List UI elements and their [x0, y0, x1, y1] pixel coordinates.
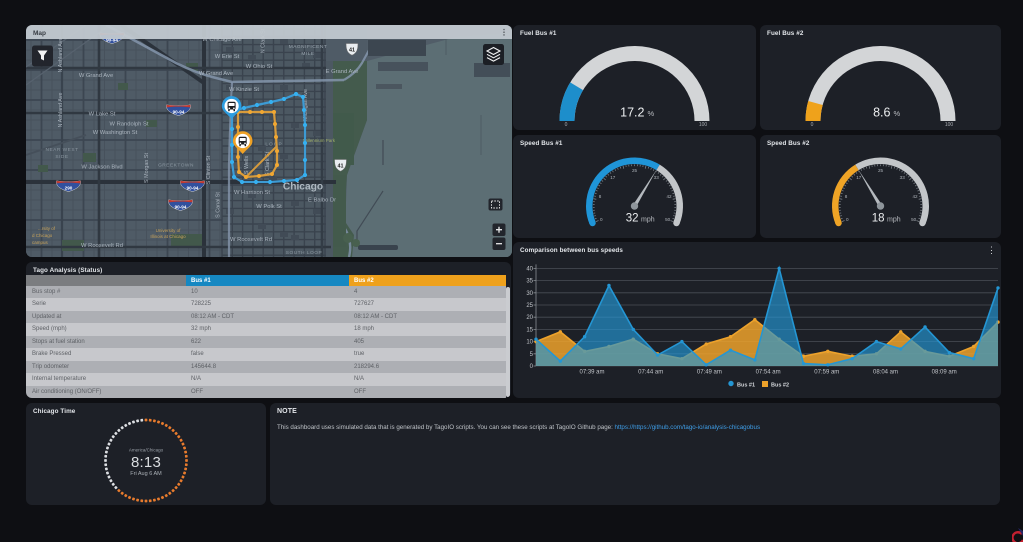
svg-text:W Lake St: W Lake St	[89, 112, 116, 118]
svg-text:50: 50	[665, 217, 671, 222]
svg-text:W Randolph St: W Randolph St	[110, 122, 149, 128]
svg-text:33: 33	[654, 175, 660, 180]
svg-text:100: 100	[699, 122, 708, 128]
svg-text:E Grand Ave: E Grand Ave	[326, 69, 359, 75]
svg-text:N Ashland Ave: N Ashland Ave	[58, 93, 64, 128]
svg-text:SIDE: SIDE	[55, 154, 68, 160]
svg-text:W Kinzie St: W Kinzie St	[229, 87, 259, 93]
svg-text:25: 25	[526, 303, 533, 309]
svg-text:W Harrison St: W Harrison St	[234, 190, 270, 196]
svg-text:W Washington St: W Washington St	[93, 130, 138, 136]
svg-text:0: 0	[811, 122, 814, 128]
svg-text:Fri Aug 6 AM: Fri Aug 6 AM	[130, 471, 162, 477]
svg-text:17.2: 17.2	[620, 106, 644, 120]
svg-text:S Canal St: S Canal St	[216, 192, 222, 218]
svg-text:MILE: MILE	[301, 51, 314, 57]
svg-text:5: 5	[530, 352, 534, 358]
svg-text:07:44 am: 07:44 am	[638, 370, 663, 376]
svg-text:20: 20	[526, 315, 533, 321]
svg-text:mph: mph	[641, 217, 655, 224]
svg-text:Chicago: Chicago	[283, 182, 323, 193]
svg-text:8.6: 8.6	[873, 106, 890, 120]
svg-text:35: 35	[526, 279, 533, 285]
svg-text:40: 40	[526, 266, 533, 272]
svg-text:NEAR WEST: NEAR WEST	[45, 147, 78, 153]
svg-text:25: 25	[878, 168, 884, 173]
svg-text:Illinois at Chicago: Illinois at Chicago	[150, 234, 186, 239]
svg-text:W Erie St: W Erie St	[215, 54, 240, 60]
svg-text:42: 42	[912, 194, 918, 199]
svg-text:%: %	[894, 109, 901, 118]
svg-text:W Grand Ave: W Grand Ave	[199, 71, 233, 77]
svg-text:08:09 am: 08:09 am	[932, 370, 957, 376]
svg-text:LOOP: LOOP	[265, 142, 282, 148]
svg-text:32: 32	[626, 213, 639, 225]
svg-text:Bus #2: Bus #2	[771, 383, 789, 389]
svg-text:30: 30	[526, 291, 533, 297]
svg-text:17: 17	[610, 175, 616, 180]
svg-text:GREEKTOWN: GREEKTOWN	[158, 163, 194, 169]
svg-text:mph: mph	[887, 217, 901, 224]
svg-text:0: 0	[600, 217, 603, 222]
svg-text:W Polk St: W Polk St	[256, 204, 282, 210]
svg-text:0: 0	[846, 217, 849, 222]
svg-text:290: 290	[65, 185, 73, 190]
svg-text:MAGNIFICENT: MAGNIFICENT	[289, 44, 328, 50]
svg-text:Map: Map	[33, 30, 46, 37]
svg-text:07:39 am: 07:39 am	[579, 370, 604, 376]
svg-text:50: 50	[911, 217, 917, 222]
svg-text:10: 10	[526, 340, 533, 346]
svg-text:SOUTH LOOP: SOUTH LOOP	[286, 250, 322, 256]
svg-text:S Clinton St: S Clinton St	[206, 155, 212, 184]
svg-text:18: 18	[872, 213, 885, 225]
svg-text:Millennium Park: Millennium Park	[303, 138, 336, 143]
svg-text:8:13: 8:13	[131, 454, 161, 471]
svg-text:S Wells: S Wells	[244, 156, 250, 174]
svg-text:0: 0	[530, 364, 534, 370]
svg-text:N Ashland Ave: N Ashland Ave	[58, 38, 64, 73]
svg-text:W Roosevelt Rd: W Roosevelt Rd	[81, 243, 123, 249]
svg-text:d Chicago: d Chicago	[32, 233, 53, 238]
svg-text:campus: campus	[32, 240, 49, 245]
svg-text:42: 42	[666, 194, 672, 199]
svg-text:8: 8	[845, 194, 848, 199]
svg-text:90-94: 90-94	[173, 109, 185, 114]
svg-text:America/Chicago: America/Chicago	[129, 448, 164, 453]
svg-text:07:54 am: 07:54 am	[756, 370, 781, 376]
svg-text:%: %	[648, 109, 655, 118]
svg-text:07:59 am: 07:59 am	[814, 370, 839, 376]
svg-text:33: 33	[900, 175, 906, 180]
svg-text:15: 15	[526, 327, 533, 333]
svg-text:08:04 am: 08:04 am	[873, 370, 898, 376]
svg-text:E Balbo Dr: E Balbo Dr	[308, 198, 336, 204]
svg-text:100: 100	[945, 122, 954, 128]
svg-text:0: 0	[565, 122, 568, 128]
svg-text:41: 41	[338, 163, 344, 169]
svg-text:41: 41	[349, 47, 355, 53]
svg-text:25: 25	[632, 168, 638, 173]
svg-text:W Roosevelt Rd: W Roosevelt Rd	[230, 237, 272, 243]
svg-text:...rsity of: ...rsity of	[38, 226, 56, 231]
svg-text:S Morgan St: S Morgan St	[144, 153, 150, 183]
svg-text:8: 8	[599, 194, 602, 199]
svg-text:90-94: 90-94	[187, 185, 199, 190]
svg-text:Bus #1: Bus #1	[737, 383, 755, 389]
svg-text:90-94: 90-94	[175, 204, 187, 209]
svg-text:W Ohio St: W Ohio St	[246, 64, 273, 70]
svg-text:07:49 am: 07:49 am	[697, 370, 722, 376]
svg-text:W Jackson Blvd: W Jackson Blvd	[81, 165, 122, 171]
svg-text:17: 17	[856, 175, 862, 180]
svg-text:University of: University of	[156, 228, 182, 233]
svg-text:W Grand Ave: W Grand Ave	[79, 73, 113, 79]
